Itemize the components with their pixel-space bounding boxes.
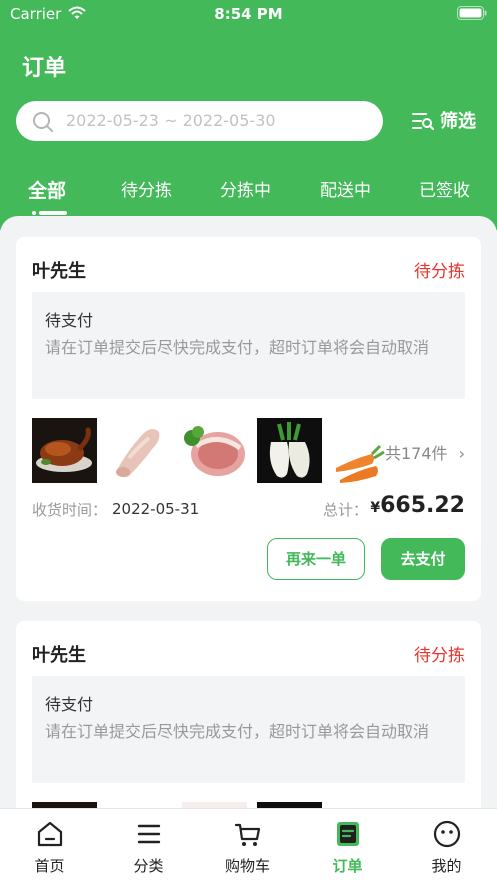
product-thumb-pork-trotter (107, 418, 172, 483)
nav-label: 分类 (133, 857, 164, 875)
total-label: 总计： (323, 501, 369, 519)
nav-label: 首页 (34, 857, 65, 875)
nav-profile[interactable]: 我的 (397, 809, 496, 883)
customer-name: 叶先生 (32, 645, 86, 666)
status-time: 8:54 PM (214, 5, 283, 23)
page-title: 订单 (22, 56, 67, 81)
nav-label: 订单 (332, 857, 363, 875)
notice-text: 请在订单提交后尽快完成支付，超时订单将会自动取消 (45, 338, 430, 357)
bottom-nav: 首页 分类 购物车 订单 我的 (0, 808, 497, 883)
profile-icon (433, 820, 461, 848)
nav-home[interactable]: 首页 (0, 809, 99, 883)
order-card[interactable]: 叶先生 待分拣 待支付 请在订单提交后尽快完成支付，超时订单将会自动取消 (16, 621, 481, 808)
nav-orders[interactable]: 订单 (298, 809, 397, 883)
nav-cart[interactable]: 购物车 (198, 809, 297, 883)
list-icon (137, 824, 161, 844)
home-icon (37, 821, 63, 847)
product-thumbnails[interactable]: 共174件 › (32, 418, 465, 483)
tab-signed[interactable]: 已签收 (419, 176, 470, 206)
customer-name: 叶先生 (32, 261, 86, 282)
order-card[interactable]: 叶先生 待分拣 待支付 请在订单提交后尽快完成支付，超时订单将会自动取消 (16, 237, 481, 601)
notice-text: 请在订单提交后尽快完成支付，超时订单将会自动取消 (45, 722, 430, 741)
filter-button[interactable]: 筛选 (412, 106, 484, 134)
order-list[interactable]: 叶先生 待分拣 待支付 请在订单提交后尽快完成支付，超时订单将会自动取消 共17… (0, 216, 497, 808)
order-status: 待分拣 (414, 646, 465, 666)
nav-label: 我的 (431, 857, 462, 875)
item-count-link[interactable]: 共174件 › (385, 440, 465, 464)
tab-pending-sorting[interactable]: 待分拣 (121, 176, 172, 206)
tab-sorting[interactable]: 分拣中 (220, 176, 271, 206)
filter-label: 筛选 (440, 111, 476, 132)
delivery-time-label: 收货时间： (32, 501, 108, 519)
notice-title: 待支付 (45, 311, 94, 330)
battery-icon (457, 6, 487, 20)
search-input[interactable]: 2022-05-23 ~ 2022-05-30 (16, 101, 383, 141)
order-icon (337, 822, 359, 846)
product-thumb-pork-cut (182, 418, 247, 483)
nav-category[interactable]: 分类 (99, 809, 198, 883)
header: Carrier 8:54 PM 订单 2022-05-23 ~ 2022-05-… (0, 0, 497, 230)
total-value: 665.22 (380, 493, 465, 518)
date-range-text: 2022-05-23 ~ 2022-05-30 (66, 111, 276, 130)
delivery-date: 2022-05-31 (112, 500, 200, 518)
status-tabs: 全部 待分拣 分拣中 配送中 已签收 (0, 176, 497, 216)
product-thumb-roast-duck (32, 418, 97, 483)
payment-notice: 待支付 请在订单提交后尽快完成支付，超时订单将会自动取消 (32, 292, 465, 399)
total-amount: ¥665.22 (370, 493, 465, 518)
status-bar: Carrier 8:54 PM (0, 0, 497, 30)
payment-notice: 待支付 请在订单提交后尽快完成支付，超时订单将会自动取消 (32, 676, 465, 783)
chevron-right-icon: › (458, 444, 465, 463)
notice-title: 待支付 (45, 695, 94, 714)
tab-delivering[interactable]: 配送中 (320, 176, 371, 206)
search-icon (33, 112, 53, 132)
item-count: 共174件 (384, 444, 448, 463)
pay-button[interactable]: 去支付 (381, 538, 465, 580)
cart-icon (234, 823, 261, 846)
order-status: 待分拣 (414, 262, 465, 282)
filter-icon (412, 113, 434, 130)
reorder-button[interactable]: 再来一单 (267, 538, 365, 580)
tab-all[interactable]: 全部 (28, 176, 66, 206)
currency-symbol: ¥ (370, 500, 381, 516)
active-tab-indicator (32, 211, 68, 215)
nav-label: 购物车 (224, 857, 270, 875)
product-thumb-radish (257, 418, 322, 483)
